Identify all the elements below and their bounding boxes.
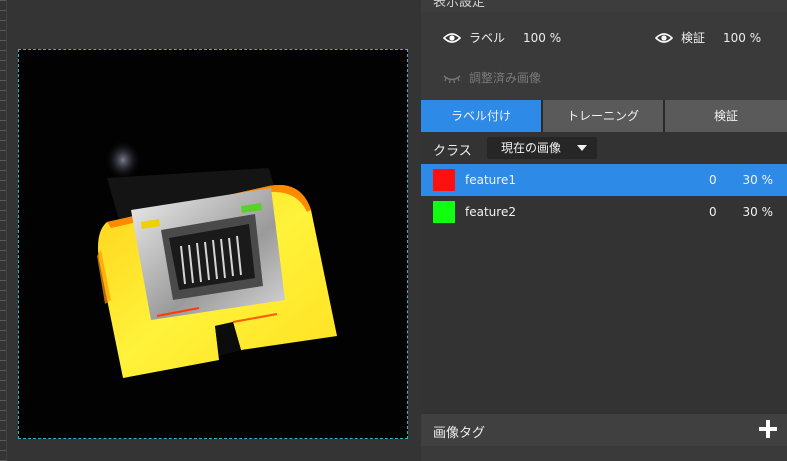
feature-count: 0 [709,173,717,187]
list-item[interactable]: feature1 0 30 % [421,164,787,196]
add-tag-plus-icon[interactable] [759,420,777,438]
adjusted-image-label: 調整済み画像 [469,71,542,85]
feature-name: feature1 [465,173,516,187]
class-row: クラス 現在の画像 [421,132,787,164]
eye-icon[interactable] [655,32,673,44]
image-tag-bar: 画像タグ [421,414,787,446]
label-opacity-value: 100 % [523,30,562,45]
panel-footer [421,446,787,461]
verify-opacity-value: 100 % [723,30,762,45]
verify-visibility-row[interactable]: 検証 100 % [655,29,761,46]
list-item[interactable]: feature2 0 30 % [421,196,787,228]
panel-header: 表示設定 [421,0,787,12]
verify-visibility-label: 検証 [681,31,706,45]
mode-tabs: ラベル付け トレーニング 検証 [421,100,787,132]
eye-icon[interactable] [443,32,461,44]
display-settings: ラベル 100 % 検証 100 % 調整済み画像 [421,12,787,100]
settings-panel: 表示設定 ラベル 100 % 検証 100 % 調整済み画像 ラベル付け トレー… [421,0,787,461]
class-label: クラス [433,144,472,159]
tab-training[interactable]: トレーニング [543,100,663,132]
image-viewport[interactable] [18,49,408,439]
image-tag-label: 画像タグ [433,426,486,441]
label-visibility-row[interactable]: ラベル 100 % [443,29,561,46]
tab-verification[interactable]: 検証 [665,100,787,132]
feature-list: feature1 0 30 % feature2 0 30 % [421,164,787,228]
vertical-ruler [0,0,7,461]
image-canvas-area[interactable] [0,0,421,461]
feature-count: 0 [709,205,717,219]
color-swatch[interactable] [433,169,455,191]
adjusted-image-toggle[interactable]: 調整済み画像 [443,69,541,86]
feature-percent: 30 % [742,205,774,219]
feature-percent: 30 % [742,173,774,187]
feature-name: feature2 [465,205,516,219]
connector-photo [97,140,337,378]
color-swatch[interactable] [433,201,455,223]
class-scope-value: 現在の画像 [501,141,562,155]
label-visibility-label: ラベル [469,31,506,45]
class-scope-dropdown[interactable]: 現在の画像 [487,137,597,159]
panel-title: 表示設定 [433,0,486,10]
eye-closed-icon[interactable] [443,72,461,84]
caret-down-icon [577,145,587,151]
tab-labeling[interactable]: ラベル付け [421,100,541,132]
